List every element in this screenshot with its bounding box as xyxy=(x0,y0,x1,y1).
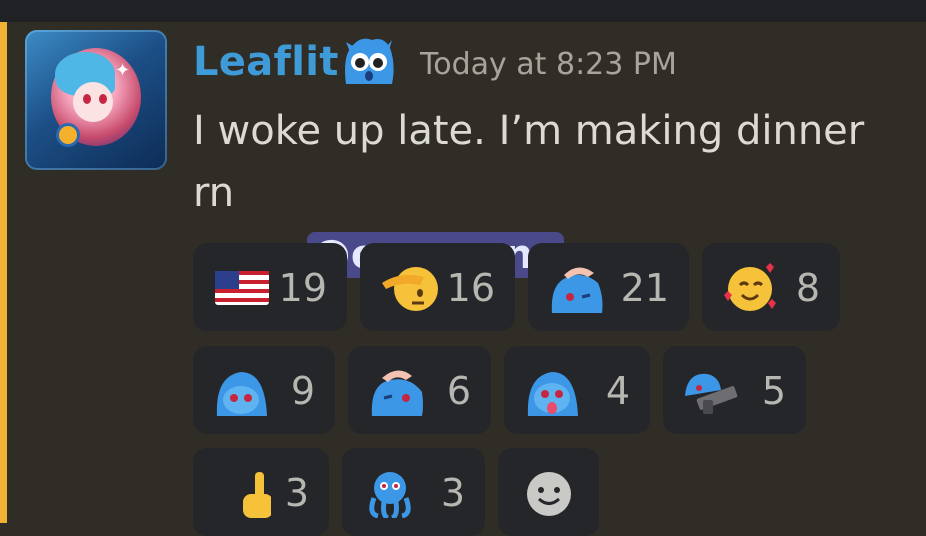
reaction-blue-girl-gun[interactable]: 5 xyxy=(663,346,806,434)
mention-highlight-bar xyxy=(0,22,7,523)
reaction-blue-girl-tongue[interactable]: 4 xyxy=(504,346,650,434)
reaction-count: 19 xyxy=(278,266,327,310)
avatar[interactable]: ✦ xyxy=(25,30,167,170)
avatar-face xyxy=(73,82,113,122)
reaction-count: 9 xyxy=(290,369,315,413)
reaction-count: 8 xyxy=(795,266,820,310)
reaction-count: 6 xyxy=(446,369,471,413)
blue-girl-gun-icon xyxy=(683,366,741,416)
top-bar xyxy=(0,0,926,22)
reaction-count: 21 xyxy=(620,266,669,310)
blue-girl-sad-icon xyxy=(213,366,271,416)
avatar-eye xyxy=(83,94,91,104)
reaction-count: 16 xyxy=(446,266,495,310)
flower-icon xyxy=(59,126,77,144)
reaction-blue-girl-headpat-pout[interactable]: 6 xyxy=(348,346,491,434)
middle-finger-icon xyxy=(213,468,271,518)
message-text-line1: I woke up late. I’m making dinner rn xyxy=(193,108,865,216)
blue-slime-girl-shocked-icon xyxy=(340,34,396,88)
blue-girl-headpat-pout-icon xyxy=(368,366,426,416)
reaction-blue-girl-sad[interactable]: 9 xyxy=(193,346,335,434)
reaction-count: 5 xyxy=(761,369,786,413)
reaction-count: 3 xyxy=(284,471,309,515)
blue-girl-headpat-icon xyxy=(548,263,606,313)
reaction-count: 3 xyxy=(440,471,465,515)
us-flag-icon xyxy=(213,263,271,313)
reaction-smiling-hearts[interactable]: 8 xyxy=(702,243,840,331)
avatar-eye xyxy=(99,94,107,104)
blue-girl-tongue-icon xyxy=(524,366,582,416)
saluting-face-icon xyxy=(380,263,438,313)
reaction-saluting-face[interactable]: 16 xyxy=(360,243,515,331)
bow-icon: ✦ xyxy=(115,60,131,81)
reaction-us-flag[interactable]: 19 xyxy=(193,243,347,331)
smiling-face-with-hearts-icon xyxy=(722,263,780,313)
timestamp: Today at 8:23 PM xyxy=(420,47,677,82)
reaction-blue-girl-headpat[interactable]: 21 xyxy=(528,243,689,331)
blue-octopus-girl-icon xyxy=(362,468,420,518)
username[interactable]: Leaflit xyxy=(193,36,339,88)
add-reaction-smiley-icon xyxy=(522,468,580,518)
reaction-count: 4 xyxy=(605,369,630,413)
